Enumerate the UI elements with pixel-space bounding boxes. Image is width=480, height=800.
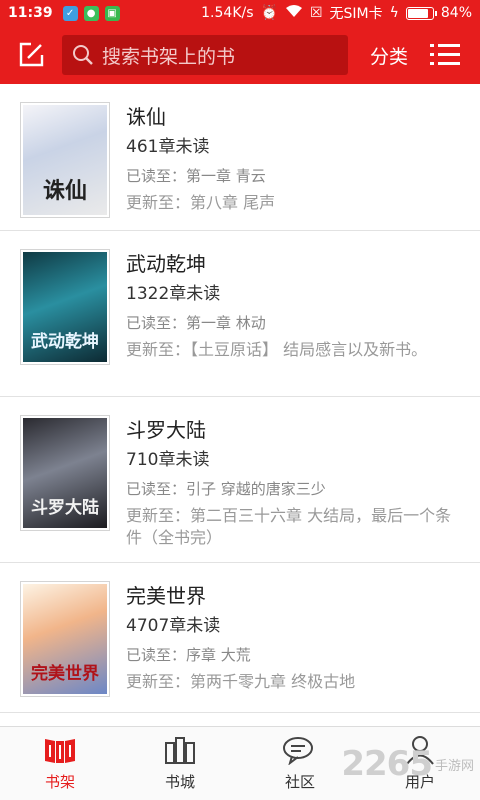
bookshelf-list: 诛仙 诛仙 461章未读 已读至：第一章 青云 更新至：第八章 尾声 武动乾坤 … xyxy=(0,84,480,726)
list-menu-icon xyxy=(430,44,461,65)
tab-label: 书城 xyxy=(164,773,195,791)
book-cover: 斗罗大陆 xyxy=(20,415,110,531)
tab-bookstore[interactable]: 书城 xyxy=(120,727,240,800)
book-title: 完美世界 xyxy=(126,584,206,608)
read-progress: 已读至：引子 穿越的唐家三少 xyxy=(126,480,326,498)
cover-title: 诛仙 xyxy=(42,178,87,204)
unread-count: 710章未读 xyxy=(126,450,210,470)
android-notification-icon: ▣ xyxy=(104,5,120,21)
search-input[interactable]: 搜索书架上的书 xyxy=(62,35,348,75)
book-item[interactable]: 武动乾坤 武动乾坤 1322章未读 已读至：第一章 林动 更新至：【土豆原话】 … xyxy=(0,231,480,397)
book-title: 诛仙 xyxy=(126,105,166,129)
tab-label: 书架 xyxy=(44,773,75,791)
book-item[interactable]: 诛仙 诛仙 461章未读 已读至：第一章 青云 更新至：第八章 尾声 xyxy=(0,84,480,231)
cover-title: 完美世界 xyxy=(31,664,99,684)
battery-percent: 84% xyxy=(440,5,472,21)
edit-icon xyxy=(19,42,44,67)
tab-bookshelf[interactable]: 书架 xyxy=(0,727,120,800)
shield-notification-icon: ✓ xyxy=(62,5,78,21)
top-app-bar: 搜索书架上的书 分类 xyxy=(0,26,480,84)
latest-update: 更新至：第二百三十六章 大结局，最后一个条件（全书完） xyxy=(126,506,452,547)
alarm-icon: ⏰ xyxy=(260,5,278,21)
list-menu-button[interactable] xyxy=(430,42,461,68)
book-cover: 诛仙 xyxy=(20,102,110,218)
chat-notification-icon: ● xyxy=(83,5,99,21)
cover-title: 武动乾坤 xyxy=(31,332,99,352)
wifi-icon xyxy=(285,4,303,22)
edit-button[interactable] xyxy=(0,26,62,84)
status-bar: 11:39 ✓ ● ▣ 1.54K/s ⏰ ☒ 无SIM卡 ϟ 84% xyxy=(0,0,480,26)
book-title: 武动乾坤 xyxy=(126,252,206,276)
category-button[interactable]: 分类 xyxy=(370,42,408,69)
latest-update: 更新至：【土豆原话】 结局感言以及新书。 xyxy=(126,340,428,359)
user-icon xyxy=(406,736,434,765)
network-speed: 1.54K/s xyxy=(201,5,254,21)
cover-title: 斗罗大陆 xyxy=(31,498,99,518)
status-time: 11:39 xyxy=(8,5,53,21)
sim-status: 无SIM卡 xyxy=(329,6,383,22)
book-item[interactable]: 斗罗大陆 斗罗大陆 710章未读 已读至：引子 穿越的唐家三少 更新至：第二百三… xyxy=(0,397,480,563)
book-item[interactable]: 完美世界 完美世界 4707章未读 已读至：序章 大荒 更新至：第两千零九章 终… xyxy=(0,563,480,713)
read-progress: 已读至：第一章 林动 xyxy=(126,314,266,332)
community-icon xyxy=(283,737,313,765)
tab-community[interactable]: 社区 xyxy=(240,727,360,800)
search-placeholder: 搜索书架上的书 xyxy=(102,45,236,68)
read-progress: 已读至：序章 大荒 xyxy=(126,646,251,664)
unread-count: 1322章未读 xyxy=(126,284,221,304)
book-cover: 完美世界 xyxy=(20,581,110,697)
sim-card-icon: ☒ xyxy=(309,5,323,21)
bookshelf-icon xyxy=(45,739,75,763)
battery-icon xyxy=(405,6,437,20)
bookstore-icon xyxy=(165,737,195,764)
read-progress: 已读至：第一章 青云 xyxy=(126,167,266,185)
book-title: 斗罗大陆 xyxy=(126,418,206,442)
tab-label: 社区 xyxy=(284,773,315,791)
latest-update: 更新至：第八章 尾声 xyxy=(126,193,276,212)
unread-count: 461章未读 xyxy=(126,137,210,157)
bottom-navigation: 书架 书城 社区 用户 xyxy=(0,726,480,800)
latest-update: 更新至：第两千零九章 终极古地 xyxy=(126,672,356,691)
search-icon xyxy=(73,45,93,65)
book-cover: 武动乾坤 xyxy=(20,249,110,365)
unread-count: 4707章未读 xyxy=(126,616,221,636)
tab-label: 用户 xyxy=(404,773,435,791)
tab-user[interactable]: 用户 xyxy=(360,727,480,800)
charging-icon: ϟ xyxy=(389,5,399,21)
